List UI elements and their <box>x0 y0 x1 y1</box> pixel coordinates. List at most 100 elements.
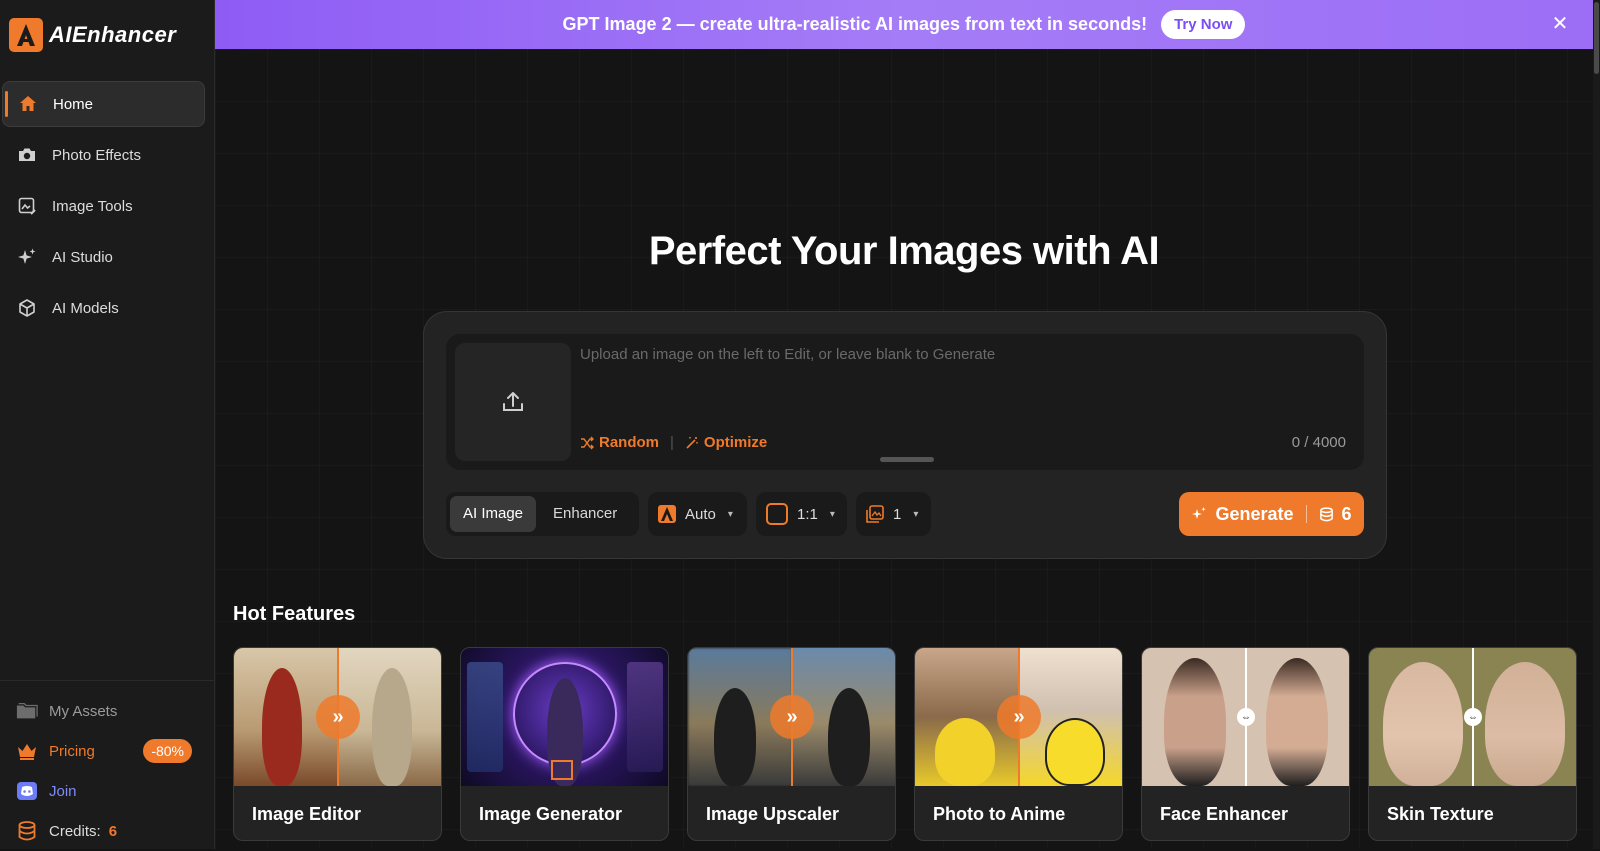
feature-card-label: Image Editor <box>252 804 362 824</box>
folder-icon <box>16 700 38 722</box>
pricing-link[interactable]: Pricing -80% <box>0 731 215 771</box>
prompt-actions: Random | Optimize <box>580 434 767 451</box>
sidebar-item-label: AI Studio <box>52 248 113 266</box>
figure-shape <box>1383 662 1463 786</box>
button-divider <box>1305 505 1307 523</box>
sidebar-item-image-tools[interactable]: Image Tools <box>2 183 205 229</box>
scrollbar-track[interactable] <box>1593 0 1600 849</box>
banner-text: GPT Image 2 — create ultra-realistic AI … <box>562 14 1148 34</box>
promo-banner: GPT Image 2 — create ultra-realistic AI … <box>215 0 1593 49</box>
fast-forward-icon: » <box>770 695 814 739</box>
scrollbar-thumb[interactable] <box>1594 2 1599 74</box>
brand-name: AIEnhancer <box>49 22 177 47</box>
generator-controls: AI Image Enhancer Auto ▾ 1:1 ▾ 1 ▾ Gener… <box>446 492 1364 538</box>
aspect-ratio-select[interactable]: 1:1 ▾ <box>756 492 847 536</box>
feature-card-label: Face Enhancer <box>1160 804 1289 824</box>
discount-badge: -80% <box>143 739 192 763</box>
figure-shape <box>935 718 995 786</box>
figure-shape <box>1266 658 1328 786</box>
selected-tile <box>551 760 573 780</box>
sidebar-item-label: Photo Effects <box>52 146 141 164</box>
feature-card-label: Image Upscaler <box>706 804 840 824</box>
figure-shape <box>1164 658 1226 786</box>
close-icon[interactable]: ✕ <box>1549 13 1571 35</box>
feature-card-image-editor[interactable]: » Image Editor <box>233 647 442 841</box>
chevron-down-icon: ▾ <box>829 508 835 520</box>
random-label: Random <box>599 434 659 451</box>
actions-separator: | <box>670 434 674 451</box>
sidebar-item-photo-effects[interactable]: Photo Effects <box>2 132 205 178</box>
sidebar-item-ai-models[interactable]: AI Models <box>2 285 205 331</box>
optimize-button[interactable]: Optimize <box>685 434 767 451</box>
credits-display: Credits: 6 <box>0 811 215 851</box>
image-edit-icon <box>16 195 38 217</box>
compare-handle-icon: ⇔ <box>1237 708 1255 726</box>
sidebar-item-label: Home <box>53 95 94 113</box>
try-now-button[interactable]: Try Now <box>1161 10 1246 39</box>
brand-logo[interactable]: AIEnhancer <box>9 18 176 52</box>
compare-handle-icon: ⇔ <box>1464 708 1482 726</box>
figure-shape <box>828 688 870 786</box>
magic-wand-icon <box>686 436 698 449</box>
feature-card-face-enhancer[interactable]: ⇔ Face Enhancer <box>1141 647 1350 841</box>
model-select[interactable]: Auto ▾ <box>648 492 747 536</box>
credits-label: Credits: <box>49 822 101 840</box>
sidebar-item-ai-studio[interactable]: AI Studio <box>2 234 205 280</box>
feature-thumbnail: » <box>234 648 441 786</box>
pricing-label: Pricing <box>49 742 95 760</box>
image-count-select[interactable]: 1 ▾ <box>856 492 931 536</box>
logo-icon <box>9 18 43 52</box>
feature-thumbnail: » <box>915 648 1122 786</box>
sparkles-icon <box>16 246 38 268</box>
feature-thumbnail: » <box>688 648 895 786</box>
database-icon <box>1319 506 1333 521</box>
feature-card-photo-to-anime[interactable]: » Photo to Anime <box>914 647 1123 841</box>
cube-icon <box>16 297 38 319</box>
chevron-down-icon: ▾ <box>913 508 919 520</box>
model-value: Auto <box>685 505 716 523</box>
join-discord-link[interactable]: Join <box>0 771 215 811</box>
feature-thumbnail <box>461 648 668 786</box>
tab-enhancer[interactable]: Enhancer <box>540 496 630 532</box>
feature-card-skin-texture[interactable]: ⇔ Skin Texture <box>1368 647 1577 841</box>
sparkles-icon <box>1192 507 1207 519</box>
page-title: Perfect Your Images with AI <box>648 229 1160 273</box>
generate-cost: 6 <box>1341 503 1352 524</box>
prompt-input[interactable]: Upload an image on the left to Edit, or … <box>580 346 995 363</box>
feature-card-image-generator[interactable]: Image Generator <box>460 647 669 841</box>
generate-label: Generate <box>1215 503 1294 524</box>
thumbnail-tile <box>467 662 503 772</box>
sidebar: AIEnhancer Home Photo Effects Image Tool… <box>0 0 215 849</box>
join-label: Join <box>49 782 77 800</box>
database-icon <box>16 820 38 842</box>
feature-card-label: Photo to Anime <box>933 804 1066 824</box>
chevron-down-icon: ▾ <box>727 508 733 520</box>
feature-thumbnail: ⇔ <box>1142 648 1349 786</box>
my-assets-link[interactable]: My Assets <box>0 691 215 731</box>
figure-shape <box>1485 662 1565 786</box>
random-button[interactable]: Random <box>580 434 659 451</box>
feature-card-image-upscaler[interactable]: » Image Upscaler <box>687 647 896 841</box>
feature-card-label: Image Generator <box>479 804 623 824</box>
model-logo-icon <box>658 505 676 523</box>
sidebar-item-label: AI Models <box>52 299 119 317</box>
generate-button[interactable]: Generate 6 <box>1179 492 1364 536</box>
upload-button[interactable] <box>455 343 571 461</box>
credits-value: 6 <box>108 822 118 840</box>
figure-shape <box>1045 718 1105 786</box>
optimize-label: Optimize <box>703 434 768 451</box>
hot-features-title: Hot Features <box>233 603 356 625</box>
sidebar-nav: Home Photo Effects Image Tools AI Studio… <box>2 81 205 336</box>
sidebar-item-home[interactable]: Home <box>2 81 205 127</box>
fast-forward-icon: » <box>316 695 360 739</box>
thumbnail-tile <box>627 662 663 772</box>
tab-ai-image[interactable]: AI Image <box>450 496 537 532</box>
main-content: Perfect Your Images with AI Upload an im… <box>215 49 1593 849</box>
my-assets-label: My Assets <box>49 702 118 720</box>
resize-handle[interactable] <box>880 457 934 462</box>
hot-features-list: » Image Editor Image Generator » Image U… <box>233 647 1577 841</box>
upload-icon <box>503 392 523 411</box>
sidebar-footer: My Assets Pricing -80% Join Credits: 6 <box>0 680 215 851</box>
char-counter: 0 / 4000 <box>1291 434 1346 451</box>
generator-panel: Upload an image on the left to Edit, or … <box>423 311 1387 559</box>
